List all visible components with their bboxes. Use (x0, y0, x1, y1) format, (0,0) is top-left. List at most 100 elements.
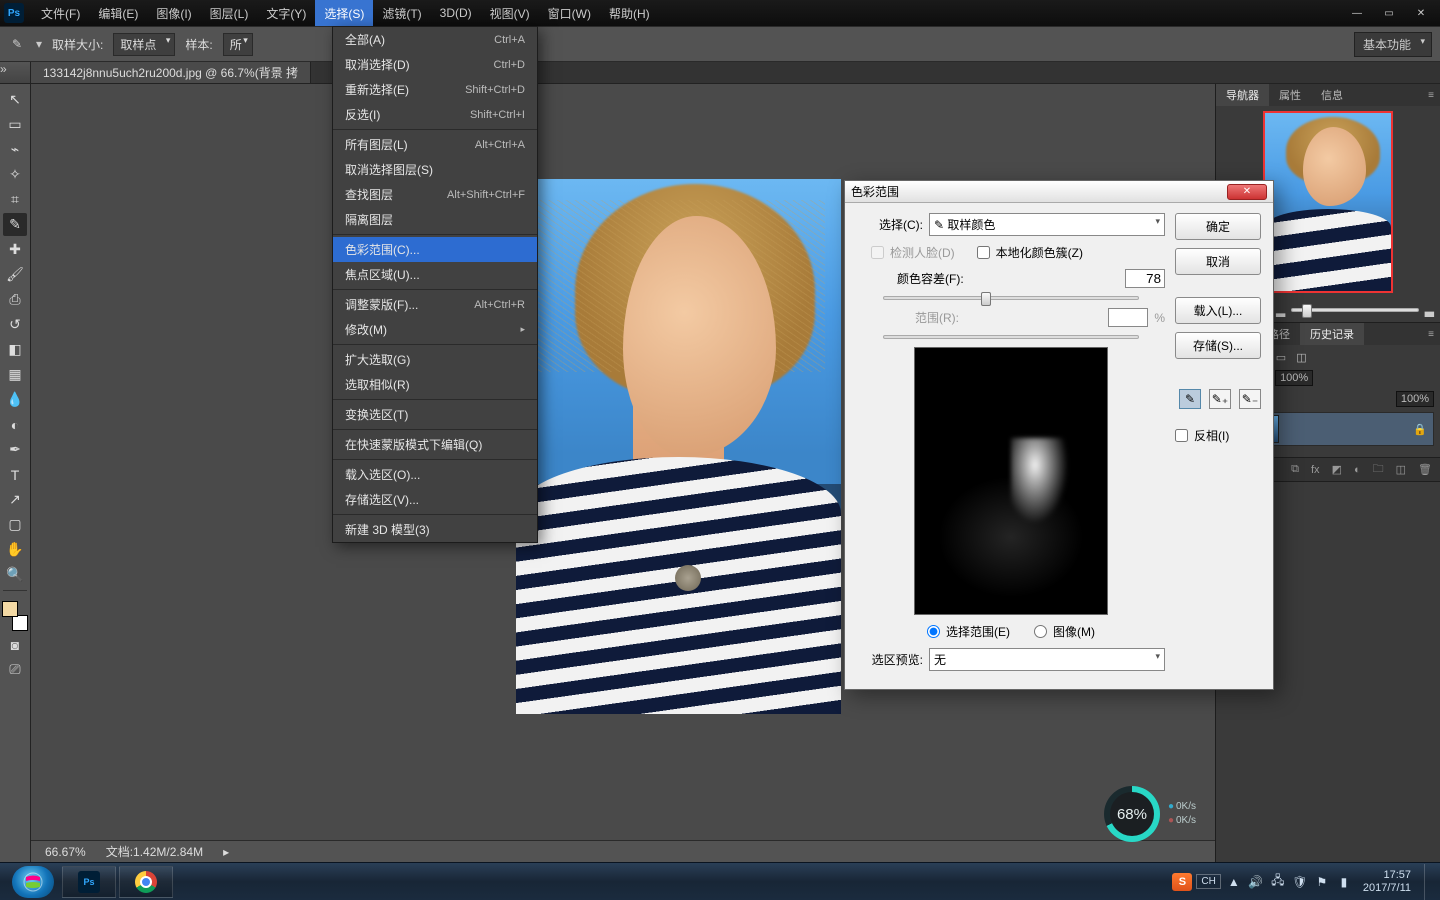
tab-info[interactable]: 信息 (1311, 84, 1353, 106)
blur-tool[interactable]: 💧 (3, 388, 27, 411)
filter-smart-icon[interactable]: ◫ (1296, 351, 1306, 364)
document-tab[interactable]: 133142j8nnu5uch2ru200d.jpg @ 66.7%(背景 拷 (31, 62, 311, 83)
screen-mode-toggle[interactable]: ⎚ (3, 658, 27, 681)
crop-tool[interactable]: ⌗ (3, 188, 27, 211)
navigator-zoom-slider[interactable] (1291, 308, 1419, 312)
close-button[interactable]: ✕ (1412, 6, 1430, 20)
menu-item-find-layers[interactable]: 查找图层Alt+Shift+Ctrl+F (333, 182, 537, 207)
layer-mask-icon[interactable]: ◩ (1332, 463, 1342, 476)
history-brush-tool[interactable]: ↺ (3, 313, 27, 336)
link-layers-icon[interactable]: ⧉ (1291, 463, 1299, 476)
dialog-close-button[interactable]: ✕ (1227, 184, 1267, 200)
speaker-icon[interactable]: 🔊 (1247, 873, 1265, 891)
eraser-tool[interactable]: ◧ (3, 338, 27, 361)
radio-selection[interactable]: 选择范围(E) (927, 623, 1010, 640)
panel-menu-icon[interactable]: ≡ (1422, 84, 1440, 106)
fuzziness-input[interactable] (1125, 269, 1165, 288)
menu-item-save-selection[interactable]: 存储选区(V)... (333, 487, 537, 512)
delete-layer-icon[interactable]: 🗑 (1418, 463, 1432, 476)
maximize-button[interactable]: ▭ (1380, 6, 1398, 20)
ime-icon[interactable]: S (1172, 873, 1192, 891)
panel-menu-icon[interactable]: ≡ (1422, 323, 1440, 345)
menu-item-modify[interactable]: 修改(M)▸ (333, 317, 537, 342)
menu-help[interactable]: 帮助(H) (600, 0, 659, 26)
new-fill-layer-icon[interactable]: ◐ (1354, 464, 1361, 476)
new-layer-icon[interactable]: ◫ (1396, 463, 1406, 476)
tab-properties[interactable]: 属性 (1269, 84, 1311, 106)
sample-dropdown[interactable]: 所 (223, 33, 253, 56)
start-button[interactable] (12, 866, 54, 898)
menu-window[interactable]: 窗口(W) (539, 0, 600, 26)
menu-type[interactable]: 文字(Y) (257, 0, 315, 26)
ok-button[interactable]: 确定 (1175, 213, 1261, 240)
menu-item-deselect[interactable]: 取消选择(D)Ctrl+D (333, 52, 537, 77)
menu-layer[interactable]: 图层(L) (201, 0, 258, 26)
menu-item-grow[interactable]: 扩大选取(G) (333, 347, 537, 372)
menu-image[interactable]: 图像(I) (147, 0, 200, 26)
pen-tool[interactable]: ✒ (3, 438, 27, 461)
move-tool[interactable]: ↖ (3, 88, 27, 111)
gradient-tool[interactable]: ▦ (3, 363, 27, 386)
menu-item-load-selection[interactable]: 载入选区(O)... (333, 462, 537, 487)
color-swatches[interactable] (2, 601, 28, 631)
tab-navigator[interactable]: 导航器 (1216, 84, 1269, 106)
marquee-tool[interactable]: ▭ (3, 113, 27, 136)
zoom-tool[interactable]: 🔍 (3, 563, 27, 586)
sample-size-dropdown[interactable]: 取样点 (113, 33, 175, 56)
document-canvas[interactable] (516, 179, 841, 714)
menu-view[interactable]: 视图(V) (481, 0, 539, 26)
selection-preview-dropdown[interactable]: 无 (929, 648, 1165, 671)
network-icon[interactable]: 🖧 (1269, 873, 1287, 891)
type-tool[interactable]: T (3, 463, 27, 486)
menu-item-color-range[interactable]: 色彩范围(C)... (333, 237, 537, 262)
lasso-tool[interactable]: ⌁ (3, 138, 27, 161)
opacity-input[interactable]: 100% (1275, 370, 1313, 386)
minimize-button[interactable]: — (1348, 6, 1366, 20)
menu-3d[interactable]: 3D(D) (431, 0, 481, 26)
foreground-color-swatch[interactable] (2, 601, 18, 617)
zoom-out-icon[interactable]: ▂ (1276, 303, 1285, 317)
shape-tool[interactable]: ▢ (3, 513, 27, 536)
show-desktop-button[interactable] (1424, 864, 1434, 900)
status-arrow-icon[interactable]: ▸ (223, 845, 229, 859)
select-mode-dropdown[interactable]: ✎ 取样颜色 (929, 213, 1165, 236)
quick-mask-toggle[interactable]: ◙ (3, 633, 27, 656)
menu-item-all-layers[interactable]: 所有图层(L)Alt+Ctrl+A (333, 132, 537, 157)
workspace-dropdown[interactable]: 基本功能 (1354, 32, 1432, 57)
eyedropper-minus-icon[interactable]: ✎₋ (1239, 389, 1261, 409)
menu-file[interactable]: 文件(F) (32, 0, 89, 26)
ime-lang[interactable]: CH (1196, 874, 1220, 889)
taskbar-app-browser[interactable] (119, 866, 173, 898)
hand-tool[interactable]: ✋ (3, 538, 27, 561)
menu-item-reselect[interactable]: 重新选择(E)Shift+Ctrl+D (333, 77, 537, 102)
eyedropper-plus-icon[interactable]: ✎₊ (1209, 389, 1231, 409)
navigator-thumbnail[interactable] (1263, 111, 1393, 293)
menu-item-deselect-layers[interactable]: 取消选择图层(S) (333, 157, 537, 182)
menu-item-edit-quick-mask[interactable]: 在快速蒙版模式下编辑(Q) (333, 432, 537, 457)
menu-item-transform-selection[interactable]: 变换选区(T) (333, 402, 537, 427)
healing-brush-tool[interactable]: ✚ (3, 238, 27, 261)
zoom-in-icon[interactable]: ▃ (1425, 303, 1434, 317)
menu-item-select-all[interactable]: 全部(A)Ctrl+A (333, 27, 537, 52)
menu-item-focus-area[interactable]: 焦点区域(U)... (333, 262, 537, 287)
zoom-level[interactable]: 66.67% (45, 845, 86, 859)
background-color-swatch[interactable] (12, 615, 28, 631)
path-select-tool[interactable]: ↗ (3, 488, 27, 511)
menu-item-refine-mask[interactable]: 调整蒙版(F)...Alt+Ctrl+R (333, 292, 537, 317)
battery-icon[interactable]: ▮ (1335, 873, 1353, 891)
magic-wand-tool[interactable]: ✧ (3, 163, 27, 186)
shield-icon[interactable]: 🛡 (1291, 873, 1309, 891)
eyedropper-icon[interactable]: ✎ (1179, 389, 1201, 409)
new-group-icon[interactable]: 🗀 (1373, 460, 1384, 479)
fuzziness-slider[interactable] (883, 296, 1139, 300)
invert-checkbox[interactable]: 反相(I) (1175, 427, 1261, 444)
tray-arrow-icon[interactable]: ▲ (1225, 873, 1243, 891)
menu-select[interactable]: 选择(S) (315, 0, 373, 26)
menu-edit[interactable]: 编辑(E) (89, 0, 147, 26)
taskbar-app-photoshop[interactable]: Ps (62, 866, 116, 898)
menu-item-new-3d[interactable]: 新建 3D 模型(3) (333, 517, 537, 542)
menu-item-inverse[interactable]: 反选(I)Shift+Ctrl+I (333, 102, 537, 127)
flag-icon[interactable]: ⚑ (1313, 873, 1331, 891)
eyedropper-tool-icon[interactable]: ✎ (8, 35, 26, 53)
eyedropper-tool[interactable]: ✎ (3, 213, 27, 236)
